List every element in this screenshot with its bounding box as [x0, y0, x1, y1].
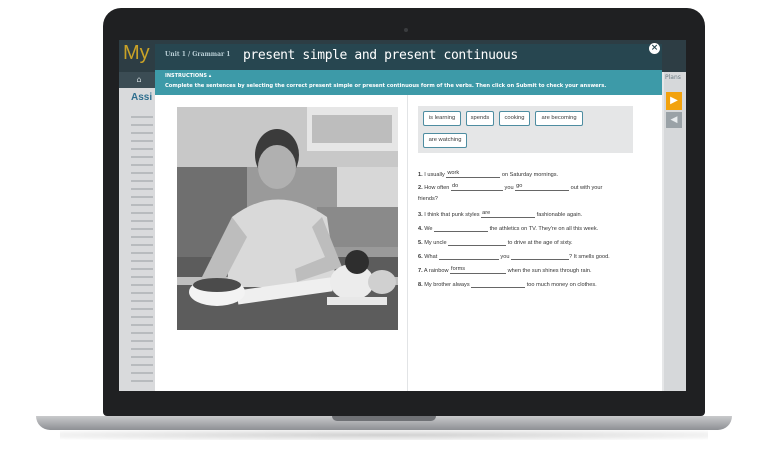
word-chip[interactable]: cooking	[499, 111, 530, 126]
answer-blank[interactable]: work	[446, 170, 501, 178]
background-section-title: Assi	[131, 92, 153, 103]
answer-blank[interactable]	[438, 252, 499, 260]
laptop-notch	[332, 416, 436, 421]
sentence-text: ? It smells good.	[569, 254, 610, 260]
word-chip[interactable]: are watching	[423, 133, 467, 148]
answer-blank[interactable]	[511, 252, 569, 260]
answer-blank[interactable]: forms	[450, 266, 507, 274]
sentence-text: We	[424, 226, 435, 232]
laptop-shadow	[60, 430, 708, 440]
answer-blank[interactable]	[471, 280, 526, 288]
sentence-text: out with your	[569, 185, 603, 191]
home-nav-button[interactable]: ⌂	[119, 72, 159, 88]
unit-label: Unit 1 / Grammar 1	[165, 51, 231, 58]
sentence-text: you	[498, 254, 511, 260]
exercise-title: present simple and present continuous	[243, 48, 518, 63]
sentence-5: 5. My uncle to drive at the age of sixty…	[418, 238, 658, 246]
sentence-text: My uncle	[424, 240, 449, 246]
sentence-text: fashionable again.	[535, 212, 583, 218]
sentence-text: A rainbow	[423, 268, 451, 274]
word-chip[interactable]: spends	[466, 111, 494, 126]
sentence-number: 1.	[418, 172, 423, 178]
sentence-number: 8.	[418, 282, 423, 288]
sentence-1: 1. I usually work on Saturday mornings.	[418, 170, 658, 178]
sentence-text: when the sun shines through rain.	[506, 268, 592, 274]
app-logo: My	[123, 42, 150, 64]
instructions-text: Complete the sentences by selecting the …	[165, 83, 607, 89]
sentence-7: 7. A rainbow forms when the sun shines t…	[418, 266, 658, 274]
answer-blank[interactable]: are	[481, 210, 536, 218]
sentence-text: too much money on clothes.	[525, 282, 597, 288]
sentence-6: 6. What you ? It smells good.	[418, 252, 658, 260]
sentence-text: How often	[424, 185, 451, 191]
sentence-text: I think that punk styles	[424, 212, 482, 218]
sentence-number: 5.	[418, 240, 423, 246]
sentence-number: 3.	[418, 212, 423, 218]
sentence-text: on Saturday mornings.	[500, 172, 559, 178]
sentence-text: I usually	[424, 172, 447, 178]
sentence-text: the athletics on TV. They're on all this…	[488, 226, 599, 232]
sentence-number: 2.	[418, 185, 423, 191]
webcam	[404, 28, 408, 32]
modal-header: Unit 1 / Grammar 1 present simple and pr…	[155, 43, 662, 70]
sentence-4: 4. We the athletics on TV. They're on al…	[418, 224, 658, 232]
word-chip[interactable]: is learning	[423, 111, 461, 126]
instructions-bar: INSTRUCTIONS ▴ Complete the sentences by…	[155, 70, 662, 95]
word-chip[interactable]: are becoming	[535, 111, 583, 126]
sentence-number: 6.	[418, 254, 423, 260]
sentence-8: 8. My brother always too much money on c…	[418, 280, 658, 288]
sentence-number: 4.	[418, 226, 423, 232]
background-list	[131, 116, 153, 386]
play-arrow-icon[interactable]: ▶	[666, 92, 682, 110]
word-bank: is learning spends cooking are becoming …	[418, 106, 633, 153]
answer-blank[interactable]	[434, 224, 489, 232]
sentence-text: to drive at the age of sixty.	[506, 240, 573, 246]
answer-blank[interactable]	[448, 238, 507, 246]
sentence-2: 2. How often do you go out with your	[418, 183, 658, 191]
back-arrow-icon[interactable]: ◀	[666, 112, 682, 128]
exercise-modal: Unit 1 / Grammar 1 present simple and pr…	[155, 43, 662, 391]
answer-blank[interactable]: do	[450, 183, 503, 191]
sentence-text: My brother always	[424, 282, 472, 288]
sentence-number: 7.	[418, 268, 423, 274]
sentence-2-continued: friends?	[418, 196, 438, 202]
instructions-label[interactable]: INSTRUCTIONS ▴	[165, 73, 211, 79]
column-divider	[407, 95, 408, 391]
sentence-text: What	[424, 254, 439, 260]
sentence-text: you	[502, 185, 516, 191]
right-panel-hint: Plans	[665, 74, 681, 81]
close-circle-icon[interactable]: ×	[649, 43, 660, 54]
man-cooking-image	[177, 107, 398, 330]
sentence-3: 3. I think that punk styles are fashiona…	[418, 210, 658, 218]
answer-blank[interactable]: go	[515, 183, 570, 191]
laptop-screen: My ⌂ Assi Plans ▶ ◀ Unit 1 / Grammar 1 p…	[119, 40, 686, 391]
exercise-photo	[177, 107, 398, 330]
